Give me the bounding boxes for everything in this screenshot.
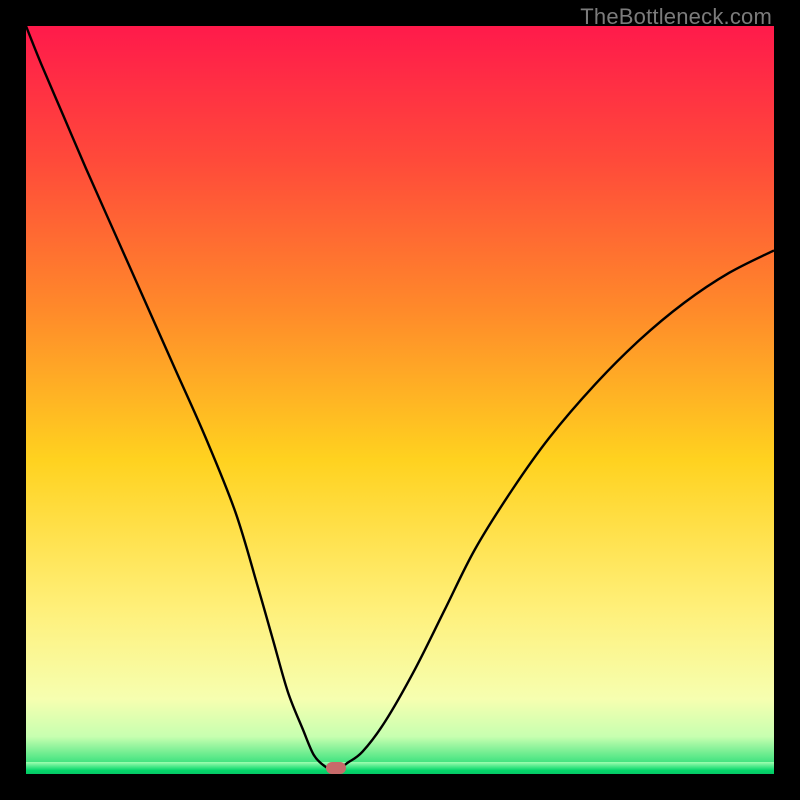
chart-frame: TheBottleneck.com: [0, 0, 800, 800]
bottleneck-curve: [26, 26, 774, 774]
plot-area: [26, 26, 774, 774]
bottom-stripe: [26, 762, 774, 774]
watermark-label: TheBottleneck.com: [580, 4, 772, 30]
optimum-marker: [326, 762, 346, 774]
